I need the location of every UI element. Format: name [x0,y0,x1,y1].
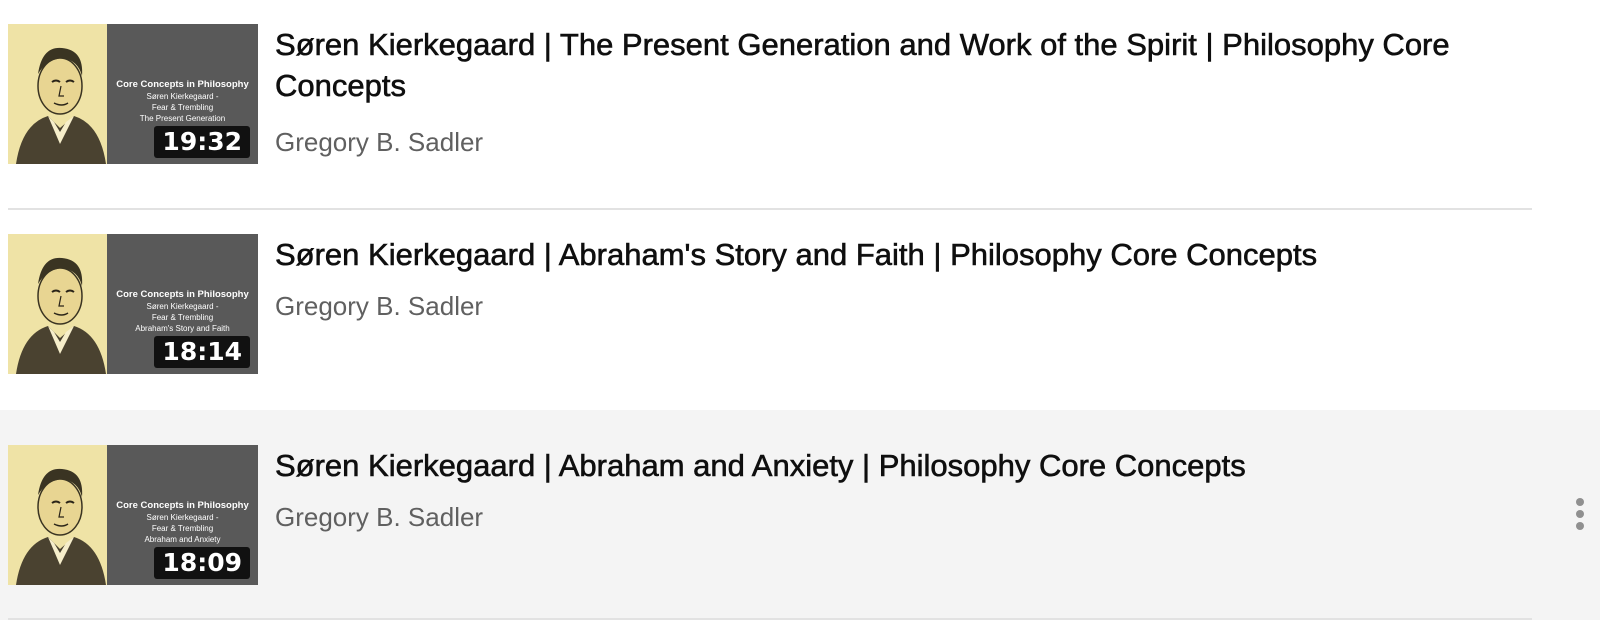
channel-name[interactable]: Gregory B. Sadler [275,126,483,158]
thumbnail-line: The Present Generation [139,114,226,123]
duration-badge: 19:32 [154,126,250,158]
video-thumbnail[interactable]: Core Concepts in Philosophy Søren Kierke… [8,234,258,374]
video-thumbnail[interactable]: Core Concepts in Philosophy Søren Kierke… [8,24,258,164]
video-title[interactable]: Søren Kierkegaard | Abraham's Story and … [275,234,1535,275]
thumbnail-line: Fear & Trembling [151,103,214,112]
duration-badge: 18:09 [154,547,250,579]
thumbnail-line: Abraham's Story and Faith [135,324,230,333]
video-list: Core Concepts in Philosophy Søren Kierke… [0,0,1600,627]
channel-name[interactable]: Gregory B. Sadler [275,501,483,533]
channel-name[interactable]: Gregory B. Sadler [275,290,483,322]
thumbnail-caption: Core Concepts in Philosophy Søren Kierke… [107,450,258,545]
thumbnail-heading: Core Concepts in Philosophy [116,500,249,511]
thumbnail-line: Fear & Trembling [151,313,214,322]
thumbnail-caption: Core Concepts in Philosophy Søren Kierke… [107,29,258,135]
thumbnail-heading: Core Concepts in Philosophy [116,289,249,300]
thumbnail-line: Fear & Trembling [151,524,214,533]
thumbnail-line: Søren Kierkegaard - [146,92,219,101]
video-title[interactable]: Søren Kierkegaard | The Present Generati… [275,24,1535,106]
more-vert-icon[interactable] [1574,498,1586,534]
video-thumbnail[interactable]: Core Concepts in Philosophy Søren Kierke… [8,445,258,585]
duration-badge: 18:14 [154,336,250,368]
divider [8,618,1532,620]
thumbnail-line: Søren Kierkegaard - [146,513,219,522]
video-item[interactable]: Core Concepts in Philosophy Søren Kierke… [0,0,1600,210]
thumbnail-heading: Core Concepts in Philosophy [116,79,249,90]
thumbnail-caption: Core Concepts in Philosophy Søren Kierke… [107,239,258,334]
video-item[interactable]: Core Concepts in Philosophy Søren Kierke… [0,210,1600,420]
thumbnail-line: Abraham and Anxiety [144,535,221,544]
thumbnail-line: Søren Kierkegaard - [146,302,219,311]
video-item[interactable]: Core Concepts in Philosophy Søren Kierke… [0,410,1600,620]
video-title[interactable]: Søren Kierkegaard | Abraham and Anxiety … [275,445,1535,486]
